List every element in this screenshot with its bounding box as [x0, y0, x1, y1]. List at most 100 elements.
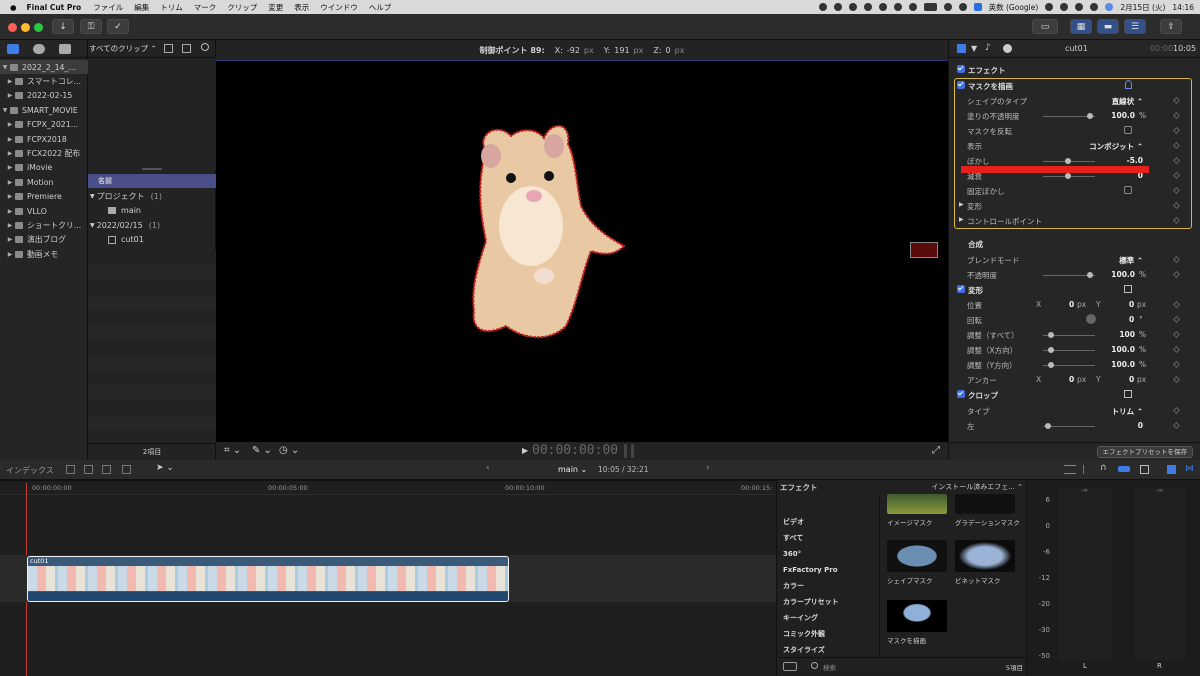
disclosure-right-icon[interactable]: ▶ [6, 121, 14, 128]
shape-type-row[interactable]: シェイプのタイプ 直線状 ⌃ [949, 93, 1200, 108]
info-inspector-tab-icon[interactable] [1003, 44, 1012, 53]
y-value[interactable]: 0 [1129, 375, 1134, 384]
keyframe-button[interactable] [1172, 255, 1181, 263]
bluetooth-icon[interactable] [1060, 3, 1069, 11]
library-item[interactable]: ▶ 動画メモ [0, 247, 88, 261]
inspector-value[interactable]: 0 [1138, 421, 1143, 430]
y-value[interactable]: 0 [1129, 300, 1134, 309]
menu-view[interactable]: 表示 [294, 2, 309, 13]
blend-mode-row[interactable]: ブレンドモード 標準 ⌃ [949, 252, 1200, 267]
hamster-image[interactable] [466, 116, 631, 346]
filmstrip-view-icon[interactable] [164, 44, 173, 53]
slider-knob[interactable] [1064, 158, 1071, 164]
disclosure-down-icon[interactable]: ▼ [90, 222, 95, 229]
disclosure-down-icon[interactable]: ▼ [90, 193, 95, 200]
clip-appearance-icon[interactable] [1140, 465, 1149, 474]
inspector-value[interactable]: 標準 ⌃ [1119, 255, 1143, 266]
overwrite-clip-icon[interactable] [122, 465, 131, 474]
viewer-timecode[interactable]: 00:00:00:00 [532, 443, 618, 458]
category-all[interactable]: すべて [777, 530, 879, 546]
slider-knob[interactable] [1047, 332, 1054, 338]
column-header-name[interactable]: 名前 [98, 176, 112, 186]
disclosure-right-icon[interactable]: ▶ [6, 150, 14, 157]
scale-x-row[interactable]: 調整（X方向） 100.0% [949, 342, 1200, 357]
photos-tab-icon[interactable] [33, 43, 45, 54]
transform-section-header[interactable]: 変形 [949, 282, 1200, 297]
menu-file[interactable]: ファイル [93, 2, 123, 13]
keyframe-button[interactable] [1172, 421, 1181, 429]
disclosure-right-icon[interactable]: ▶ [6, 222, 14, 229]
checkbox-checked[interactable] [957, 284, 965, 293]
inspector-value[interactable]: コンポジット ⌃ [1089, 141, 1143, 152]
timeline-ruler[interactable]: 00:00:00:00 00:00:05:00 00:00:10:00 00:0… [0, 481, 776, 495]
transform-tool-button[interactable]: ⌗ ⌄ [224, 445, 241, 456]
menu-edit[interactable]: 編集 [134, 2, 149, 13]
menu-time[interactable]: 14:16 [1172, 3, 1194, 12]
titles-tab-icon[interactable] [59, 43, 71, 54]
inspector-value[interactable]: 100 [1119, 330, 1135, 339]
color-swatch[interactable] [910, 242, 938, 258]
control-center-icon[interactable] [1090, 3, 1099, 11]
x-value[interactable]: 0 [1069, 300, 1074, 309]
list-item-clip-cut01[interactable]: cut01 [88, 233, 216, 248]
battery-icon[interactable] [923, 3, 937, 11]
timeline-clip-cut01[interactable]: cut01 [27, 556, 509, 602]
checkbox-unchecked[interactable] [1124, 186, 1132, 194]
cloud-icon[interactable] [908, 3, 917, 11]
minimize-window-button[interactable] [21, 23, 30, 32]
transitions-browser-toggle-icon[interactable]: ⋈ [1185, 464, 1194, 474]
category-stylize[interactable]: スタイライズ [777, 642, 879, 658]
disclosure-down-icon[interactable]: ▼ [1, 107, 9, 114]
siri-icon[interactable] [1105, 3, 1114, 11]
rotation-dial[interactable] [1086, 314, 1096, 324]
search-icon[interactable] [201, 43, 209, 51]
keyframe-button[interactable] [1172, 96, 1181, 105]
slider-track[interactable] [1043, 173, 1095, 179]
index-button[interactable]: インデックス [6, 465, 54, 476]
effect-thumb-draw-mask[interactable]: マスクを描画 [887, 600, 947, 648]
effects-search-input[interactable]: 検索 [823, 662, 836, 672]
disclosure-right-icon[interactable]: ▶ [6, 78, 14, 85]
apple-menu-icon[interactable]: ● [10, 3, 17, 12]
checkbox-checked[interactable] [957, 80, 965, 89]
solo-icon[interactable] [1083, 465, 1093, 474]
scale-all-row[interactable]: 調整（すべて） 100% [949, 327, 1200, 342]
app-menu[interactable]: Final Cut Pro [27, 3, 82, 12]
input-source-label[interactable]: 英数 (Google) [989, 2, 1039, 13]
import-button[interactable]: ↓ [52, 19, 74, 34]
keyframe-button[interactable] [1172, 315, 1181, 324]
play-button[interactable]: ▶ [522, 446, 528, 455]
slider-knob[interactable] [1047, 347, 1054, 353]
library-item[interactable]: ▶ ショートクリ... [0, 218, 88, 232]
video-inspector-tab-icon[interactable] [957, 44, 966, 53]
inspector-value[interactable]: -5.0 [1127, 156, 1143, 165]
time-machine-icon[interactable] [1045, 3, 1054, 11]
disclosure-right-icon[interactable]: ▶ [6, 179, 14, 186]
menu-clip[interactable]: クリップ [227, 2, 257, 13]
keyframe-button[interactable] [1172, 216, 1181, 225]
wifi-icon[interactable] [943, 3, 952, 11]
workspace-button[interactable]: ▭ [1032, 19, 1058, 34]
library-item[interactable]: ▶ 演出ブログ [0, 233, 88, 247]
drive-icon[interactable] [893, 3, 902, 11]
headphones-icon[interactable]: ∩ [1100, 463, 1107, 473]
composite-section-header[interactable]: 合成 [949, 236, 1200, 251]
color-inspector-tab-icon[interactable]: ▼ [971, 44, 977, 53]
disclosure-right-icon[interactable]: ▶ [6, 92, 14, 99]
menu-trim[interactable]: トリム [160, 2, 183, 13]
timeline[interactable]: 00:00:00:00 00:00:05:00 00:00:10:00 00:0… [0, 480, 776, 676]
checkbox-checked[interactable] [957, 65, 965, 73]
effect-thumb-vignette-mask[interactable]: ビネットマスク [955, 540, 1015, 588]
crop-type-row[interactable]: タイプ トリム ⌃ [949, 403, 1200, 418]
timeline-toggle-button[interactable]: ▬ [1097, 19, 1119, 34]
inspector-value[interactable]: 直線状 ⌃ [1112, 96, 1143, 107]
append-clip-icon[interactable] [102, 465, 111, 474]
effects-section-header[interactable]: エフェクト [949, 62, 1200, 77]
disclosure-right-icon[interactable]: ▶ [959, 201, 964, 208]
background-tasks-button[interactable]: ✓ [107, 19, 129, 34]
browser-toggle-button[interactable]: ▦ [1070, 19, 1092, 34]
library-item[interactable]: ▶ Motion [0, 175, 88, 189]
library-item[interactable]: ▶ スマートコレ... [0, 74, 88, 88]
viewer-canvas[interactable] [216, 60, 948, 442]
effects-browser-toggle-icon[interactable] [1167, 465, 1176, 474]
